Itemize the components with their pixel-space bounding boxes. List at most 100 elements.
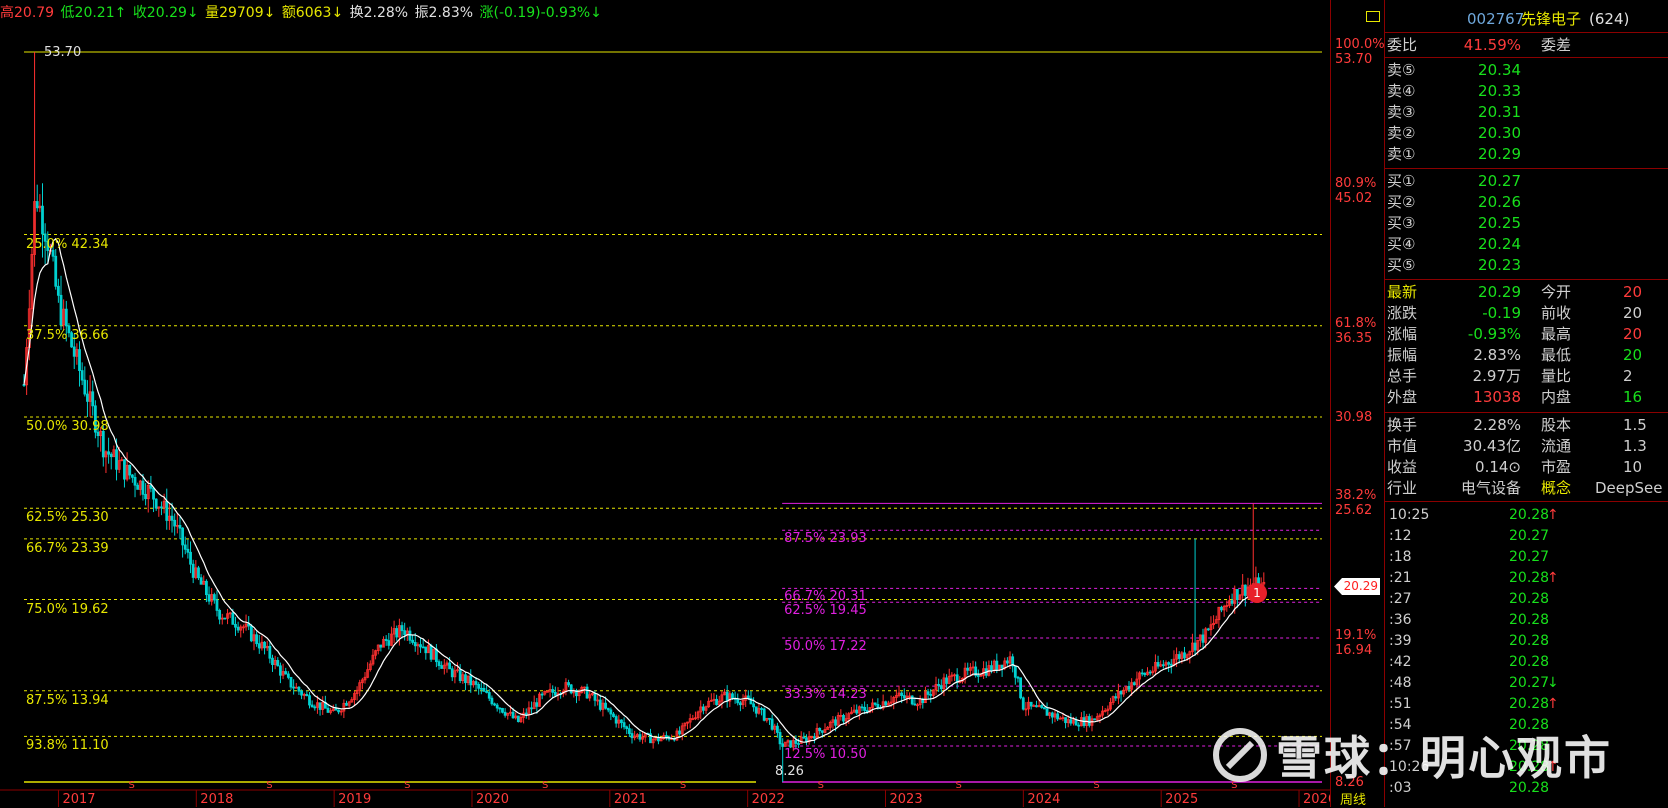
candle-body — [181, 527, 185, 546]
stock-title: 002767 先锋电子 (624) — [1385, 8, 1668, 30]
tick-direction-icon: ↓ — [1547, 675, 1559, 691]
year-label: 2018 — [200, 792, 233, 807]
tick-price: 20.28 — [1509, 507, 1550, 523]
candle-body — [80, 370, 84, 381]
fib2-label: 50.0% 17.22 — [784, 639, 867, 655]
divider — [1385, 168, 1668, 169]
year-label: 2025 — [1165, 792, 1198, 807]
candle-body — [1161, 664, 1165, 667]
candle-body — [300, 690, 303, 696]
tick-row: :27 20.28 — [1385, 588, 1668, 610]
candle-body — [107, 451, 110, 455]
candle-body — [54, 255, 58, 287]
tick-price: 20.28 — [1509, 696, 1550, 712]
weibi-row: 委比 41.59% 委差 — [1385, 34, 1668, 56]
axis-percent-label: 38.2% — [1335, 488, 1377, 504]
candle-body — [310, 704, 314, 708]
candle-body — [551, 689, 555, 693]
candle-body — [503, 711, 507, 716]
candle-body — [223, 617, 227, 620]
candle-body — [725, 691, 729, 702]
candle-body — [752, 703, 756, 708]
info-label-right: 市盈 — [1541, 458, 1572, 476]
stat-value-right: 20 — [1623, 325, 1643, 343]
candle-body — [160, 506, 163, 509]
candle-body — [873, 702, 877, 705]
buy-level-price: 20.24 — [1478, 235, 1521, 253]
candle-body — [292, 686, 296, 689]
stock-code: 002767 — [1467, 10, 1525, 28]
candle-body — [863, 706, 867, 711]
candle-body — [524, 712, 528, 716]
candle-body — [736, 698, 740, 704]
stat-label: 涨幅 — [1387, 325, 1418, 343]
info-value-right: 1.3 — [1623, 437, 1647, 455]
quote-panel: 002767 先锋电子 (624) 委比 41.59% 委差 卖⑤ 20.34 卖④… — [1384, 0, 1668, 807]
candle-body — [813, 736, 816, 739]
divider — [1385, 412, 1668, 413]
axis-percent-label: 100.0% — [1335, 37, 1385, 52]
tick-time: :51 — [1389, 696, 1412, 712]
s-marker: S — [266, 780, 272, 791]
stat-label: 外盘 — [1387, 388, 1418, 406]
divider — [1385, 57, 1668, 58]
candle-body — [313, 706, 317, 709]
candle-body — [926, 691, 930, 695]
weibi-value: 41.59% — [1463, 36, 1521, 54]
candle-body — [249, 625, 253, 642]
info-label-right: 概念 — [1541, 479, 1572, 497]
candle-body — [620, 719, 623, 724]
buy-level-label: 买② — [1387, 193, 1416, 211]
candle-body — [760, 708, 763, 710]
candle-body — [1093, 718, 1097, 721]
candle-body — [485, 690, 489, 693]
s-marker: S — [128, 780, 134, 791]
event-marker-text: 1 — [1253, 586, 1261, 600]
candle-body — [1029, 701, 1033, 707]
tick-price: 20.27 — [1509, 549, 1550, 565]
kline-chart[interactable]: 2017 S 2018 S 2019 S 2020 S 2021 S 2022 S 2023 S 2024 S… — [0, 0, 1330, 807]
candle-body — [1077, 724, 1081, 727]
axis-price-label: 45.02 — [1335, 191, 1373, 207]
candle-body — [902, 695, 906, 699]
sell-level-price: 20.29 — [1478, 145, 1521, 163]
candle-body — [820, 730, 824, 733]
candle-body — [1127, 686, 1131, 690]
candle-body — [477, 684, 481, 689]
stat-label-right: 前收 — [1541, 304, 1572, 322]
candle-body — [212, 594, 216, 601]
candle-body — [197, 567, 200, 579]
candle-body — [305, 694, 309, 697]
tick-direction-icon: ↑ — [1547, 570, 1559, 586]
candle-body — [109, 453, 113, 458]
candle-body — [731, 693, 734, 699]
tick-price: 20.28 — [1509, 612, 1550, 628]
stat-value: -0.93% — [1467, 325, 1521, 343]
stat-row: 涨跌 -0.19 前收 20 — [1385, 302, 1668, 324]
year-label: 2017 — [62, 792, 95, 807]
info-value-right: 1.5 — [1623, 416, 1647, 434]
event-marker[interactable]: 1 — [1247, 583, 1267, 603]
candle-body — [1220, 606, 1223, 611]
candle-body — [1040, 705, 1044, 708]
candle-body — [754, 706, 758, 714]
candle-body — [1050, 712, 1054, 718]
candle-body — [207, 594, 211, 602]
info-value: 电气设备 — [1460, 479, 1521, 497]
candle-body — [1019, 677, 1023, 699]
candle-body — [474, 681, 478, 685]
candle-body — [884, 701, 888, 706]
axis-price-label: 30.98 — [1335, 410, 1373, 425]
buy-level-row: 买② 20.26 — [1385, 191, 1668, 213]
candle-body — [154, 498, 158, 509]
buy-level-price: 20.26 — [1478, 193, 1521, 211]
tick-time: :21 — [1389, 570, 1412, 586]
candle-body — [1243, 584, 1247, 596]
info-label: 市值 — [1387, 437, 1418, 455]
candle-body — [768, 717, 771, 720]
moving-average-line — [23, 237, 1265, 743]
stat-row: 总手 2.97万 量比 2 — [1385, 365, 1668, 387]
buy-level-price: 20.23 — [1478, 256, 1521, 274]
candle-body — [593, 693, 597, 701]
candle-body — [516, 715, 520, 723]
